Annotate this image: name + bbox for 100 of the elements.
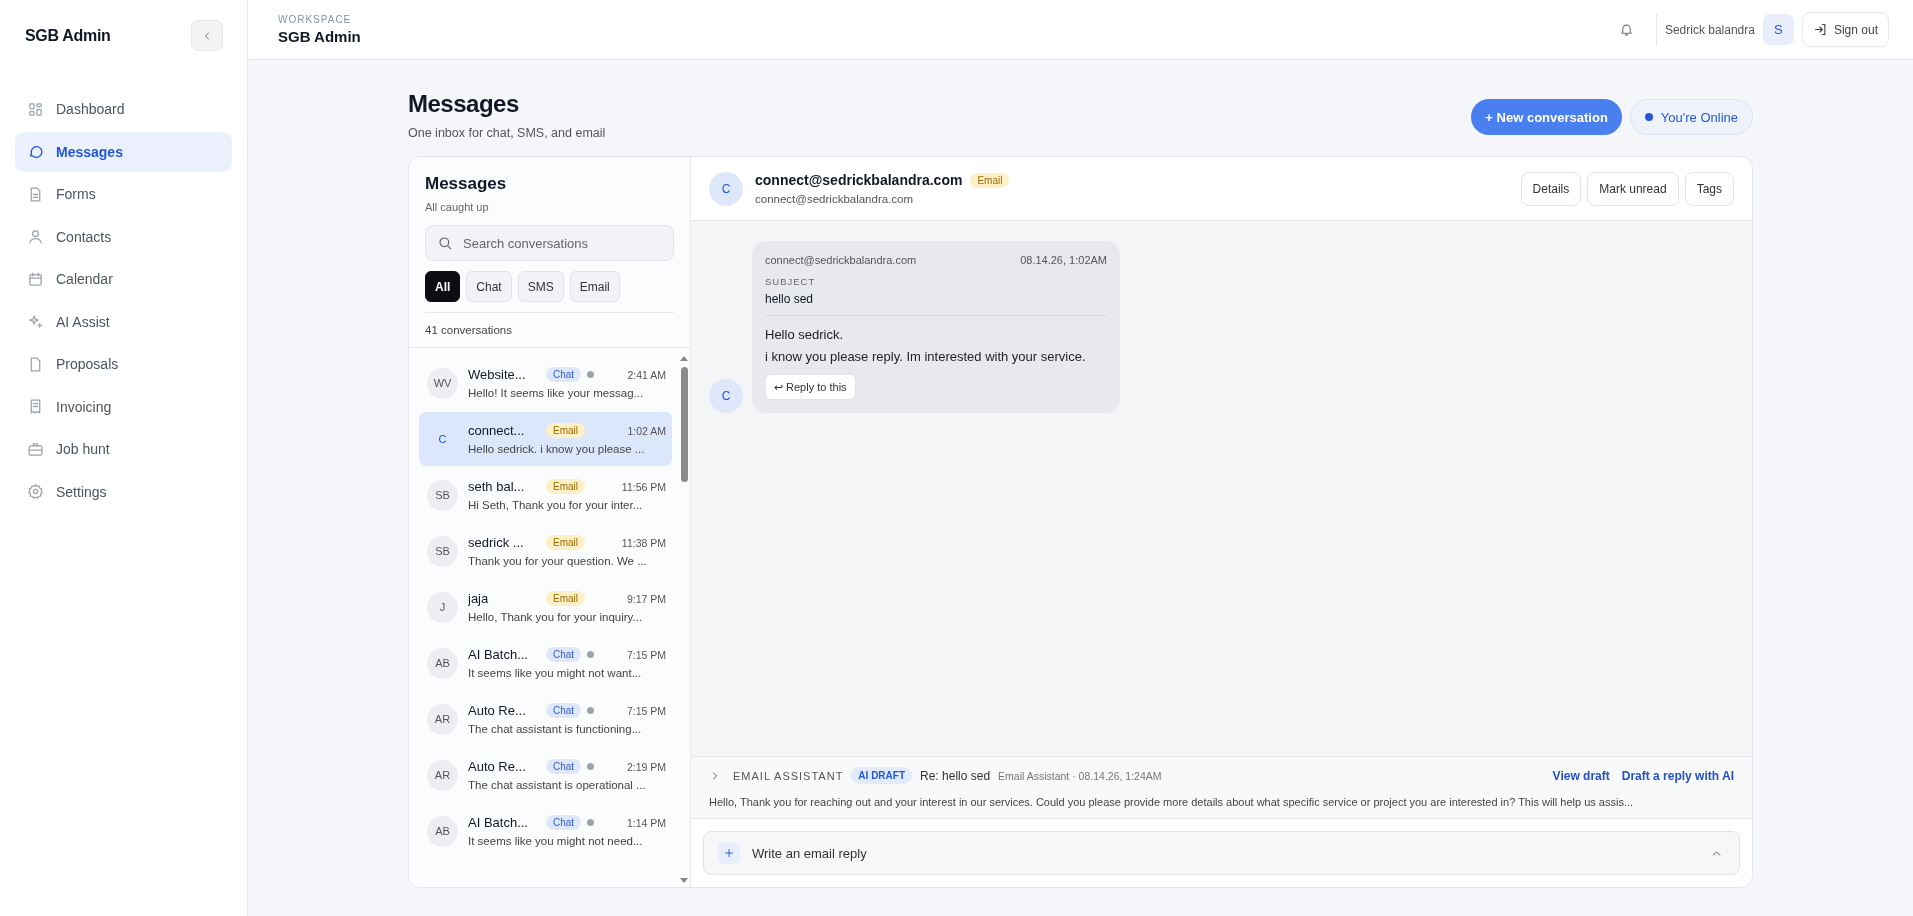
filter-tab[interactable]: SMS (517, 271, 564, 302)
contact-email: connect@sedrickbalandra.com (755, 193, 915, 205)
new-conversation-button[interactable]: + New conversation (1471, 99, 1622, 135)
grid-icon (27, 100, 44, 118)
page-subtitle: One inbox for chat, SMS, and email (408, 126, 606, 140)
briefcase-icon (27, 440, 44, 458)
conversation-count: 41 conversations (409, 313, 690, 348)
channel-tag: Chat (546, 759, 582, 774)
conversation-item[interactable]: WV Website... Chat 2:41 AM Hello! It seems like your messag... (419, 356, 672, 410)
message-time: 7:15 PM (626, 648, 666, 661)
message-preview: Hi Seth, Thank you for your inter... (468, 499, 644, 511)
contact-name: jaja (468, 591, 490, 606)
contact-name: sedrick ... (468, 535, 525, 550)
draft-badge: AI DRAFT (851, 767, 913, 784)
workspace-label: WORKSPACE (278, 14, 353, 25)
nav-item[interactable]: Invoicing (15, 386, 232, 427)
message-time: 2:41 AM (627, 368, 666, 381)
conversation-item[interactable]: SB seth bal... Email 11:56 PM Hi Seth, Thank you for your inter... (419, 468, 672, 522)
contact-avatar: C (709, 171, 743, 206)
contact-name: Website... (468, 367, 527, 382)
subject-label: SUBJECT (765, 276, 817, 287)
contact-name: seth bal... (468, 479, 526, 494)
message-preview: It seems like you might not need... (468, 835, 644, 847)
panel-title: Messages (425, 174, 508, 194)
contact-avatar: SB (427, 535, 458, 567)
message-time: 9:17 PM (626, 592, 666, 605)
chat-bubble-icon (27, 143, 44, 161)
workspace-name: SGB Admin (278, 28, 361, 45)
message-time: 11:56 PM (621, 480, 666, 493)
message-preview: Hello sedrick. i know you please ... (468, 443, 646, 455)
message-time: 2:19 PM (626, 760, 666, 773)
channel-tag: Email (546, 591, 585, 606)
action-button[interactable]: Details (1520, 171, 1582, 206)
contact-name: AI Batch... (468, 815, 529, 830)
sparkle-icon (27, 313, 44, 331)
search-field[interactable]: Search conversations (425, 225, 674, 261)
contact-avatar: C (437, 432, 448, 447)
conversation-item[interactable]: SB sedrick ... Email 11:38 PM Thank you for your question. We ... (419, 524, 672, 578)
message-time: 7:15 PM (626, 704, 666, 717)
nav-item[interactable]: Contacts (15, 216, 232, 257)
action-button[interactable]: Tags (1684, 171, 1734, 206)
user-name: Sedrick balandra (1655, 13, 1755, 46)
user-avatar[interactable]: S (1762, 14, 1794, 45)
conversation-item[interactable]: AB AI Batch... Chat 7:15 PM It seems like you might not want... (419, 636, 672, 690)
settings-icon (27, 483, 44, 501)
nav-item[interactable]: Messages (15, 131, 232, 172)
sender-avatar: C (709, 379, 743, 413)
message-preview: It seems like you might not want... (468, 667, 643, 679)
draft-subject: Re: hello sed (920, 768, 991, 783)
status-label: You're Online (1660, 109, 1738, 125)
app-title: SGB Admin (25, 26, 111, 45)
contact-avatar: AB (427, 647, 458, 679)
filter-tab[interactable]: Chat (466, 271, 512, 302)
action-button[interactable]: Mark unread (1587, 171, 1679, 206)
channel-tag: Chat (546, 367, 582, 382)
plus-button[interactable] (718, 842, 740, 864)
message-preview: The chat assistant is functioning... (468, 723, 643, 735)
channel-tag: Email (546, 535, 585, 550)
plus-icon (723, 847, 735, 859)
contact-name: connect... (468, 423, 526, 438)
message-time: 1:14 PM (626, 816, 666, 829)
collapse-button[interactable] (191, 20, 223, 51)
message-time: 1:02 AM (627, 424, 666, 437)
draft-preview: Hello, Thank you for reaching out and your interest in our services. Could you please provide more details about what specific service or project you are interested in? This will help us assis... (709, 796, 1635, 808)
conversation-item[interactable]: AB AI Batch... Chat 1:14 PM It seems like you might not need... (419, 804, 672, 858)
conversation-item[interactable]: J jaja Email 9:17 PM Hello, Thank you for your inquiry... (419, 580, 672, 634)
contact-name: connect@sedrickbalandra.com (755, 172, 963, 188)
nav-item[interactable]: Forms (15, 174, 232, 215)
filter-tab[interactable]: Email (569, 271, 620, 302)
channel-tag: Chat (546, 703, 582, 718)
reply-button[interactable]: ↩ Reply to this (765, 374, 856, 400)
person-icon (27, 228, 44, 246)
nav-item[interactable]: Calendar (15, 259, 232, 300)
conversation-item[interactable]: AR Auto Re... Chat 7:15 PM The chat assistant is functioning... (419, 692, 672, 746)
link[interactable]: View draft (1552, 768, 1610, 783)
reply-composer[interactable]: Write an email reply (703, 831, 1740, 875)
message-preview: The chat assistant is operational ... (468, 779, 647, 791)
nav-item[interactable]: Job hunt (15, 429, 232, 470)
draft-meta: Email Assistant · 08.14.26, 1:24AM (998, 769, 1162, 782)
contact-avatar: AR (427, 759, 458, 791)
message-preview: Thank you for your question. We ... (468, 555, 648, 567)
assistant-label: EMAIL ASSISTANT (733, 769, 844, 782)
nav-item[interactable]: Settings (15, 471, 232, 512)
channel-tag: Email (546, 479, 585, 494)
sender-email: connect@sedrickbalandra.com (765, 254, 917, 266)
composer-label: Write an email reply (752, 845, 867, 861)
message-preview: Hello! It seems like your messag... (468, 387, 645, 399)
sign-out-button[interactable]: Sign out (1801, 12, 1889, 47)
filter-tab[interactable]: All (425, 271, 461, 302)
calendar-icon (27, 270, 44, 288)
sign-in-arrow-icon (1812, 22, 1828, 37)
conversation-item[interactable]: C connect... Email 1:02 AM Hello sedrick. i know you please ... (419, 412, 672, 466)
contact-avatar: AB (427, 815, 458, 847)
message-preview: Hello, Thank you for your inquiry... (468, 611, 644, 623)
message-text: i know you please reply. Im interested with your service. (765, 348, 1087, 366)
nav-item[interactable]: Proposals (15, 344, 232, 385)
link[interactable]: Draft a reply with AI (1621, 768, 1734, 783)
nav-item[interactable]: Dashboard (15, 89, 232, 130)
conversation-item[interactable]: AR Auto Re... Chat 2:19 PM The chat assistant is operational ... (419, 748, 672, 802)
nav-item[interactable]: AI Assist (15, 301, 232, 342)
